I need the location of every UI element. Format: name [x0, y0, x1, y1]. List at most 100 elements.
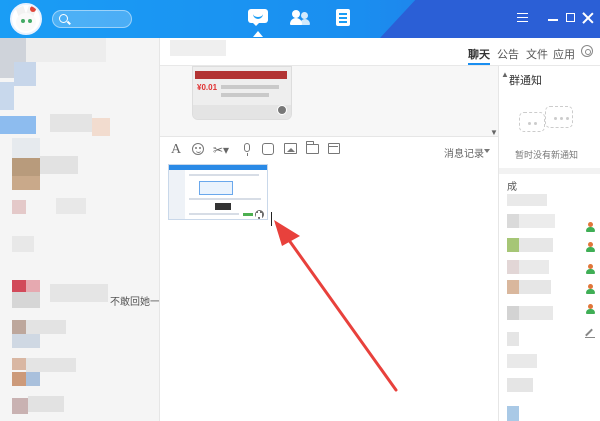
member-name [507, 378, 533, 392]
pasted-screenshot[interactable] [168, 164, 268, 220]
folder-icon[interactable] [306, 141, 319, 154]
menu-icon[interactable] [517, 13, 528, 22]
settings-icon[interactable] [581, 45, 593, 57]
image-icon[interactable] [284, 143, 297, 154]
list-item-text [26, 320, 66, 334]
chat-bubble-icon [248, 9, 268, 23]
message-image[interactable]: ¥0.01 [192, 66, 292, 120]
member-status-icon [585, 222, 596, 233]
tab-active-indicator [468, 63, 490, 65]
member-avatar[interactable] [507, 280, 519, 294]
list-item-avatar[interactable] [12, 236, 34, 252]
microphone-stand [246, 153, 248, 156]
list-item-avatar[interactable] [0, 116, 36, 134]
screenshot-sidebar [169, 170, 185, 219]
gift-icon[interactable] [262, 143, 274, 155]
scroll-up-arrow-icon[interactable]: ▲ [501, 70, 509, 79]
list-item-text [26, 358, 76, 372]
list-item-avatar[interactable] [12, 292, 40, 308]
list-item-avatar[interactable] [12, 280, 26, 292]
contacts-icon-second-body [300, 19, 310, 25]
list-item-avatar[interactable] [14, 62, 36, 86]
member-avatar[interactable] [507, 260, 519, 274]
message-history[interactable]: ¥0.01 ▼ [160, 66, 498, 136]
zoom-icon[interactable] [277, 105, 287, 115]
list-item-avatar[interactable] [26, 372, 40, 386]
microphone-capsule [244, 143, 250, 152]
input-toolbar: A ✂▾ 消息记录 [160, 136, 498, 162]
list-item-avatar[interactable] [12, 398, 28, 414]
screenshot-scissors-icon[interactable]: ✂▾ [212, 143, 230, 157]
list-item-avatar[interactable] [12, 158, 40, 176]
microphone-icon[interactable] [242, 143, 252, 157]
nav-messages-tab[interactable] [248, 9, 268, 27]
font-icon[interactable]: A [170, 143, 182, 157]
member-row[interactable] [507, 194, 547, 206]
edit-icon[interactable] [585, 328, 595, 338]
nav-active-indicator [253, 31, 263, 37]
nav-apps-tab[interactable] [334, 9, 354, 27]
list-item-avatar[interactable] [26, 280, 40, 292]
maximize-icon[interactable] [566, 13, 575, 22]
chevron-down-icon[interactable] [484, 149, 490, 153]
member-avatar[interactable] [507, 332, 519, 346]
member-status-icon [585, 304, 596, 315]
tab-files[interactable]: 文件 [526, 46, 548, 62]
list-item-avatar[interactable] [0, 82, 14, 110]
message-history-button[interactable]: 消息记录 [444, 145, 484, 160]
contacts-icon [292, 10, 300, 18]
image-price-text: ¥0.01 [197, 83, 218, 92]
document-icon [336, 9, 350, 26]
tab-announcements[interactable]: 公告 [497, 46, 519, 62]
list-item-avatar[interactable] [12, 176, 40, 190]
empty-bubble-dots [554, 117, 557, 120]
list-item-avatar[interactable] [12, 200, 26, 214]
empty-bubble-dots [528, 122, 531, 125]
list-item-text [28, 396, 64, 412]
avatar-eye-right [28, 19, 32, 23]
empty-bubble-right [545, 106, 573, 128]
list-item-avatar[interactable] [12, 372, 26, 386]
avatar-face [16, 13, 36, 31]
list-item-avatar[interactable] [12, 358, 26, 370]
member-name [519, 280, 551, 294]
empty-bubble-left [519, 112, 545, 132]
chat-title-blurred [170, 40, 226, 56]
conversation-list[interactable]: 不敢回她一 [0, 38, 160, 421]
member-avatar[interactable] [507, 306, 519, 320]
list-item-avatar[interactable] [12, 334, 40, 348]
image-footer [193, 105, 291, 119]
message-input[interactable] [160, 162, 498, 421]
member-status-icon [585, 264, 596, 275]
member-name [519, 306, 553, 320]
member-name [519, 260, 549, 274]
list-item-avatar[interactable] [12, 138, 40, 160]
member-avatar[interactable] [507, 238, 519, 252]
search-input[interactable] [52, 10, 132, 28]
list-item-avatar[interactable] [12, 320, 26, 334]
screenshot-green-mark [243, 213, 253, 216]
list-item-badge [92, 118, 110, 136]
panel-divider [499, 168, 600, 174]
text-caret [271, 212, 272, 226]
list-item-text [50, 114, 92, 132]
screenshot-row [189, 213, 239, 215]
title-bar [0, 0, 600, 38]
tab-chat[interactable]: 聊天 [468, 46, 490, 62]
member-avatar[interactable] [507, 406, 519, 421]
avatar-ear-accent [30, 6, 36, 12]
scroll-down-arrow-icon[interactable]: ▼ [490, 128, 498, 136]
member-avatar[interactable] [507, 214, 519, 228]
close-icon[interactable] [582, 12, 594, 24]
minimize-icon[interactable] [548, 19, 558, 21]
emoji-icon[interactable] [192, 143, 204, 155]
tab-apps[interactable]: 应用 [553, 46, 575, 62]
user-avatar[interactable] [10, 3, 42, 35]
list-item-text [26, 38, 106, 62]
calendar-icon[interactable] [328, 143, 340, 154]
nav-contacts-tab[interactable] [290, 9, 310, 27]
zoom-in-icon[interactable] [254, 209, 265, 219]
member-name [519, 214, 555, 228]
member-name [507, 354, 537, 368]
list-item-text [56, 198, 86, 214]
